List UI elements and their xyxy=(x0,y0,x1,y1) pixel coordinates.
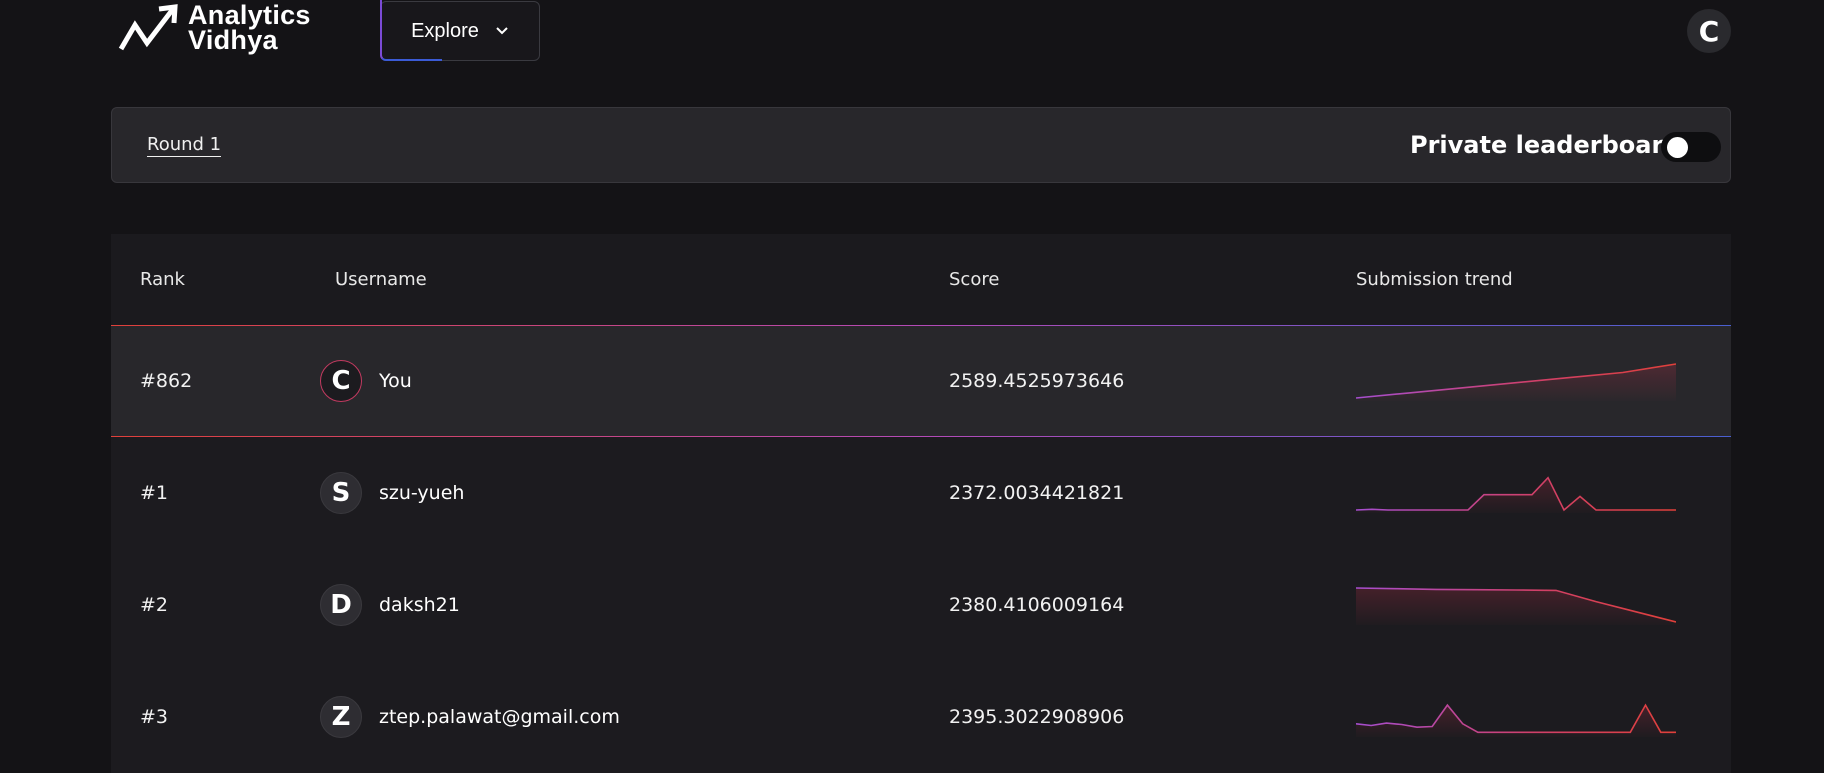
username-cell: Z ztep.palawat@gmail.com xyxy=(320,661,620,773)
rank-cell: #3 xyxy=(140,706,169,728)
column-header-username: Username xyxy=(335,269,427,290)
analytics-vidhya-logo[interactable]: Analytics Vidhya xyxy=(118,2,311,54)
column-header-trend: Submission trend xyxy=(1356,269,1513,290)
tab-round-1[interactable]: Round 1 xyxy=(147,134,222,157)
logo-text: Analytics Vidhya xyxy=(188,2,311,55)
logo-line-2: Vidhya xyxy=(188,25,278,55)
score-cell: 2589.4525973646 xyxy=(949,370,1125,392)
round-bar: Round 1 Private leaderboard xyxy=(111,107,1731,183)
user-avatar[interactable]: C xyxy=(1687,9,1731,53)
private-leaderboard-toggle[interactable] xyxy=(1661,132,1721,162)
avatar: C xyxy=(320,360,362,402)
username-cell: C You xyxy=(320,325,412,437)
column-header-score: Score xyxy=(949,269,1000,290)
avatar: D xyxy=(320,584,362,626)
table-row[interactable]: #2 D daksh21 2380.4106009164 xyxy=(111,549,1731,661)
avatar: S xyxy=(320,472,362,514)
username-text[interactable]: szu-yueh xyxy=(379,482,464,504)
column-header-rank: Rank xyxy=(140,269,185,290)
explore-label: Explore xyxy=(411,19,479,42)
avatar: Z xyxy=(320,696,362,738)
table-row[interactable]: #1 S szu-yueh 2372.0034421821 xyxy=(111,437,1731,549)
table-row[interactable]: #3 Z ztep.palawat@gmail.com 2395.3022908… xyxy=(111,661,1731,773)
trend-cell xyxy=(1356,325,1676,437)
submission-trend-sparkline xyxy=(1356,363,1676,401)
score-cell: 2372.0034421821 xyxy=(949,482,1125,504)
submission-trend-sparkline xyxy=(1356,703,1676,737)
trend-cell xyxy=(1356,549,1676,661)
trend-cell xyxy=(1356,661,1676,773)
username-text[interactable]: daksh21 xyxy=(379,594,460,616)
username-cell: S szu-yueh xyxy=(320,437,464,549)
submission-trend-sparkline xyxy=(1356,476,1676,513)
explore-dropdown[interactable]: Explore xyxy=(380,0,540,61)
leaderboard-table: Rank Username Score Submission trend #86… xyxy=(111,234,1731,773)
toggle-knob xyxy=(1667,137,1688,158)
private-leaderboard-label: Private leaderboard xyxy=(1410,131,1681,159)
score-cell: 2395.3022908906 xyxy=(949,706,1125,728)
table-header: Rank Username Score Submission trend xyxy=(111,234,1731,325)
sparkline-area xyxy=(1356,588,1676,625)
submission-trend-sparkline xyxy=(1356,587,1676,625)
username-text[interactable]: You xyxy=(379,370,412,392)
trend-arrow-logo-icon xyxy=(118,4,178,51)
username-cell: D daksh21 xyxy=(320,549,460,661)
trend-cell xyxy=(1356,437,1676,549)
username-text[interactable]: ztep.palawat@gmail.com xyxy=(379,706,620,728)
table-row-current-user[interactable]: #862 C You 2589.4525973646 xyxy=(111,325,1731,437)
score-cell: 2380.4106009164 xyxy=(949,594,1125,616)
chevron-down-icon xyxy=(496,27,508,35)
rank-cell: #862 xyxy=(140,370,193,392)
rank-cell: #1 xyxy=(140,482,169,504)
rank-cell: #2 xyxy=(140,594,169,616)
